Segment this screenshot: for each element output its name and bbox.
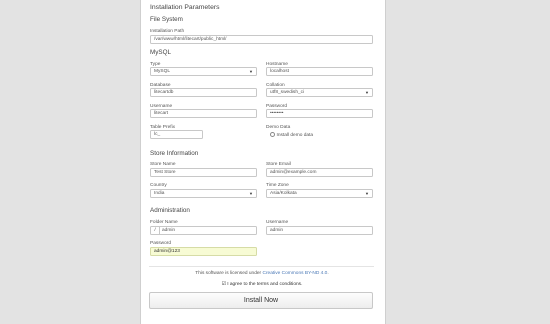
agree-terms-label: I agree to the terms and conditions. (227, 282, 303, 287)
caret-down-icon: ▼ (249, 191, 253, 196)
store-email-label: Store Email (266, 162, 291, 167)
store-name-label: Store Name (150, 162, 176, 167)
license-link[interactable]: Creative Commons BY-ND 4.0 (262, 271, 327, 276)
folder-name-value: admin (162, 228, 176, 233)
administration-heading: Administration (150, 207, 190, 214)
country-label: Country (150, 183, 167, 188)
db-username-field[interactable]: litecart (150, 109, 257, 118)
database-field[interactable]: litecartdb (150, 88, 257, 97)
table-prefix-field[interactable]: lc_ (150, 130, 203, 139)
type-select[interactable]: MySQL ▼ (150, 67, 257, 76)
timezone-value: Asia/Kolkata (270, 191, 297, 196)
store-info-heading: Store Information (150, 150, 199, 157)
license-end: . (327, 271, 329, 276)
file-system-heading: File System (150, 16, 183, 23)
radio-icon[interactable] (270, 132, 275, 137)
timezone-label: Time Zone (266, 183, 289, 188)
store-name-field[interactable]: Test Store (150, 168, 257, 177)
collation-value: utf8_swedish_ci (270, 90, 305, 95)
admin-password-label: Password (150, 241, 172, 246)
country-value: India (154, 191, 165, 196)
country-select[interactable]: India ▼ (150, 189, 257, 198)
admin-username-label: Username (266, 220, 289, 225)
folder-name-field[interactable]: / admin (150, 226, 257, 235)
caret-down-icon: ▼ (249, 69, 253, 74)
type-value: MySQL (154, 69, 170, 74)
license-prefix: This software is licensed under (195, 271, 262, 276)
store-email-field[interactable]: admin@example.com (266, 168, 373, 177)
admin-username-field[interactable]: admin (266, 226, 373, 235)
mysql-heading: MySQL (150, 49, 171, 56)
hostname-field[interactable]: localhost (266, 67, 373, 76)
caret-down-icon: ▼ (365, 90, 369, 95)
installation-path-field[interactable]: /var/www/html/litecart/public_html/ (150, 35, 373, 44)
license-text: This software is licensed under Creative… (0, 271, 524, 276)
agree-terms[interactable]: ☑ I agree to the terms and conditions. (0, 282, 524, 287)
demo-data-label: Demo Data (266, 125, 291, 130)
demo-data-option[interactable]: Install demo data (270, 132, 313, 138)
folder-name-label: Folder Name (150, 220, 178, 225)
demo-data-option-label: Install demo data (276, 132, 314, 138)
page-title: Installation Parameters (150, 4, 220, 11)
install-now-button[interactable]: Install Now (149, 292, 373, 309)
admin-password-field[interactable]: admin@123 (150, 247, 257, 256)
timezone-select[interactable]: Asia/Kolkata ▼ (266, 189, 373, 198)
checkbox-checked-icon[interactable]: ☑ (222, 282, 226, 287)
collation-select[interactable]: utf8_swedish_ci ▼ (266, 88, 373, 97)
db-password-field[interactable]: •••••••• (266, 109, 373, 118)
caret-down-icon: ▼ (365, 191, 369, 196)
installation-path-label: Installation Path (150, 29, 185, 34)
folder-prefix: / (151, 227, 160, 234)
divider (149, 266, 374, 267)
